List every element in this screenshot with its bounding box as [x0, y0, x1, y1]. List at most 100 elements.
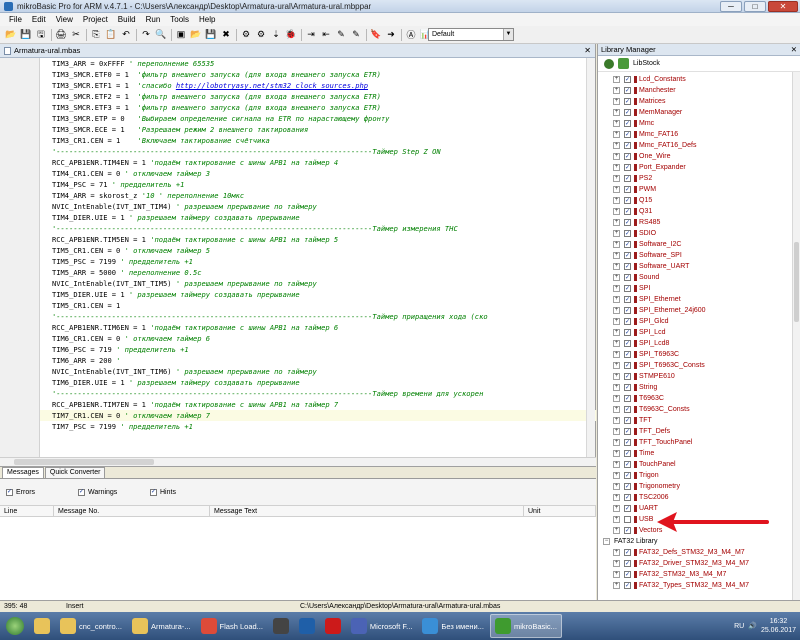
expand-icon[interactable]: +: [613, 329, 620, 336]
scrollbar-thumb[interactable]: [794, 242, 799, 322]
taskbar-item[interactable]: [295, 614, 319, 638]
library-item-q15[interactable]: + ✓ Q15: [598, 195, 792, 206]
code-line[interactable]: •TIM6_PSC = 719 ' предделитель +1: [40, 344, 596, 355]
errors-checkbox[interactable]: ✓: [6, 488, 13, 496]
library-checkbox[interactable]: ✓: [624, 274, 631, 281]
expand-icon[interactable]: +: [613, 450, 620, 457]
chevron-down-icon[interactable]: ▼: [503, 29, 513, 40]
debug-icon[interactable]: 🐞: [284, 28, 298, 42]
minimize-button[interactable]: ─: [720, 1, 742, 12]
code-line[interactable]: •TIM7_PSC = 7199 ' предделитель +1: [40, 421, 596, 432]
expand-icon[interactable]: +: [613, 120, 620, 127]
paste-icon[interactable]: 📋: [104, 28, 118, 42]
library-checkbox[interactable]: ✓: [624, 219, 631, 226]
refresh-icon[interactable]: [604, 58, 614, 69]
code-line[interactable]: •TIM3_SMCR.ETF0 = 1 'фильтр внешнего зап…: [40, 69, 596, 80]
library-item-spi-ethernet[interactable]: + ✓ SPI_Ethernet: [598, 294, 792, 305]
expand-icon[interactable]: +: [613, 549, 620, 556]
taskbar-item[interactable]: Microsoft F...: [347, 614, 417, 638]
code-line[interactable]: •TIM6_CR1.CEN = 0 ' отключаем таймер 6: [40, 333, 596, 344]
filter-errors[interactable]: ✓ Errors: [6, 488, 70, 496]
taskbar-item[interactable]: cnc_contro...: [56, 614, 126, 638]
library-checkbox[interactable]: ✓: [624, 461, 631, 468]
code-line[interactable]: •NVIC_IntEnable(IVT_INT_TIM5) ' разрешае…: [40, 278, 596, 289]
code-area[interactable]: •TIM3_ARR = 0xFFFF ' переполнение 65535•…: [40, 58, 596, 457]
library-checkbox[interactable]: ✓: [624, 164, 631, 171]
library-item-tsc2006[interactable]: + ✓ TSC2006: [598, 492, 792, 503]
library-item-lcd-constants[interactable]: + ✓ Lcd_Constants: [598, 74, 792, 85]
close-tab-icon[interactable]: ✕: [584, 46, 591, 55]
expand-icon[interactable]: +: [613, 428, 620, 435]
libstock-icon[interactable]: [618, 58, 629, 69]
library-item-port-expander[interactable]: + ✓ Port_Expander: [598, 162, 792, 173]
open-project-icon[interactable]: 📂: [189, 28, 203, 42]
code-line[interactable]: •TIM4_DIER.UIE = 1 ' разрешаем таймеру с…: [40, 212, 596, 223]
library-checkbox[interactable]: ✓: [624, 98, 631, 105]
expand-icon[interactable]: +: [613, 362, 620, 369]
library-item-tft-touchpanel[interactable]: + ✓ TFT_TouchPanel: [598, 437, 792, 448]
library-item-t6963c[interactable]: + ✓ T6963C: [598, 393, 792, 404]
library-checkbox[interactable]: ✓: [624, 494, 631, 501]
code-line[interactable]: •RCC_APB1ENR.TIM4EN = 1 'подаём тактиров…: [40, 157, 596, 168]
menu-project[interactable]: Project: [78, 15, 113, 24]
start-button[interactable]: [0, 613, 30, 639]
code-line[interactable]: •RCC_APB1ENR.TIM7EN = 1 'подаём тактиров…: [40, 399, 596, 410]
comment-link[interactable]: http://lobotryasy.net/stm32_clock_source…: [176, 81, 368, 90]
library-item-sound[interactable]: + ✓ Sound: [598, 272, 792, 283]
menu-file[interactable]: File: [4, 15, 27, 24]
expand-icon[interactable]: +: [613, 340, 620, 347]
expand-icon[interactable]: +: [613, 274, 620, 281]
indent-icon[interactable]: ⇥: [304, 28, 318, 42]
warnings-checkbox[interactable]: ✓: [78, 488, 85, 496]
library-checkbox[interactable]: ✓: [624, 340, 631, 347]
expand-icon[interactable]: +: [613, 582, 620, 589]
library-item-trigon[interactable]: + ✓ Trigon: [598, 470, 792, 481]
column-message-text[interactable]: Message Text: [210, 506, 524, 516]
taskbar-item[interactable]: Без имени...: [418, 614, 488, 638]
column-line[interactable]: Line: [0, 506, 54, 516]
library-item-fat32-stm32-m3-m4-m7[interactable]: + ✓ FAT32_STM32_M3_M4_M7: [598, 569, 792, 580]
code-line[interactable]: •RCC_APB1ENR.TIM6EN = 1 'подаём тактиров…: [40, 322, 596, 333]
expand-icon[interactable]: +: [613, 494, 620, 501]
comment-icon[interactable]: ✎: [334, 28, 348, 42]
code-line[interactable]: •TIM3_SMCR.ETF3 = 1 'фильтр внешнего зап…: [40, 102, 596, 113]
maximize-button[interactable]: □: [744, 1, 766, 12]
library-item-spi-glcd[interactable]: + ✓ SPI_Glcd: [598, 316, 792, 327]
code-line[interactable]: •TIM5_ARR = 5000 ' переполнение 0.5с: [40, 267, 596, 278]
library-checkbox[interactable]: ✓: [624, 505, 631, 512]
folder-open-icon[interactable]: 📂: [4, 28, 18, 42]
expand-icon[interactable]: +: [613, 472, 620, 479]
library-checkbox[interactable]: ✓: [624, 428, 631, 435]
copy-icon[interactable]: ⎘: [89, 28, 103, 42]
expand-icon[interactable]: +: [613, 395, 620, 402]
hints-checkbox[interactable]: ✓: [150, 488, 157, 496]
expand-icon[interactable]: +: [613, 439, 620, 446]
library-checkbox[interactable]: ✓: [624, 373, 631, 380]
library-item-spi-lcd8[interactable]: + ✓ SPI_Lcd8: [598, 338, 792, 349]
library-item-t6963c-consts[interactable]: + ✓ T6963C_Consts: [598, 404, 792, 415]
editor-horizontal-scrollbar[interactable]: [0, 457, 596, 466]
library-checkbox[interactable]: ✓: [624, 384, 631, 391]
library-checkbox[interactable]: ✓: [624, 87, 631, 94]
library-checkbox[interactable]: ✓: [624, 483, 631, 490]
save-all-icon[interactable]: 🖫: [34, 28, 48, 42]
expand-icon[interactable]: +: [613, 351, 620, 358]
goto-icon[interactable]: ➜: [384, 28, 398, 42]
code-line[interactable]: •TIM3_SMCR.ETF1 = 1 'спасибо http://lobo…: [40, 80, 596, 91]
library-item-string[interactable]: + ✓ String: [598, 382, 792, 393]
expand-icon[interactable]: +: [613, 461, 620, 468]
library-checkbox[interactable]: ✓: [624, 527, 631, 534]
expand-icon[interactable]: +: [613, 153, 620, 160]
find-icon[interactable]: 🔍: [154, 28, 168, 42]
library-checkbox[interactable]: ✓: [624, 109, 631, 116]
program-icon[interactable]: ⇣: [269, 28, 283, 42]
undo-icon[interactable]: ↶: [119, 28, 133, 42]
expand-icon[interactable]: +: [613, 175, 620, 182]
library-item-matrices[interactable]: + ✓ Matrices: [598, 96, 792, 107]
build-all-icon[interactable]: ⚙: [254, 28, 268, 42]
library-item-software-i2c[interactable]: + ✓ Software_I2C: [598, 239, 792, 250]
library-item-mmc[interactable]: + ✓ Mmc: [598, 118, 792, 129]
code-line[interactable]: •TIM4_PSC = 71 ' предделитель +1: [40, 179, 596, 190]
redo-icon[interactable]: ↷: [139, 28, 153, 42]
close-panel-icon[interactable]: ✕: [791, 45, 797, 54]
